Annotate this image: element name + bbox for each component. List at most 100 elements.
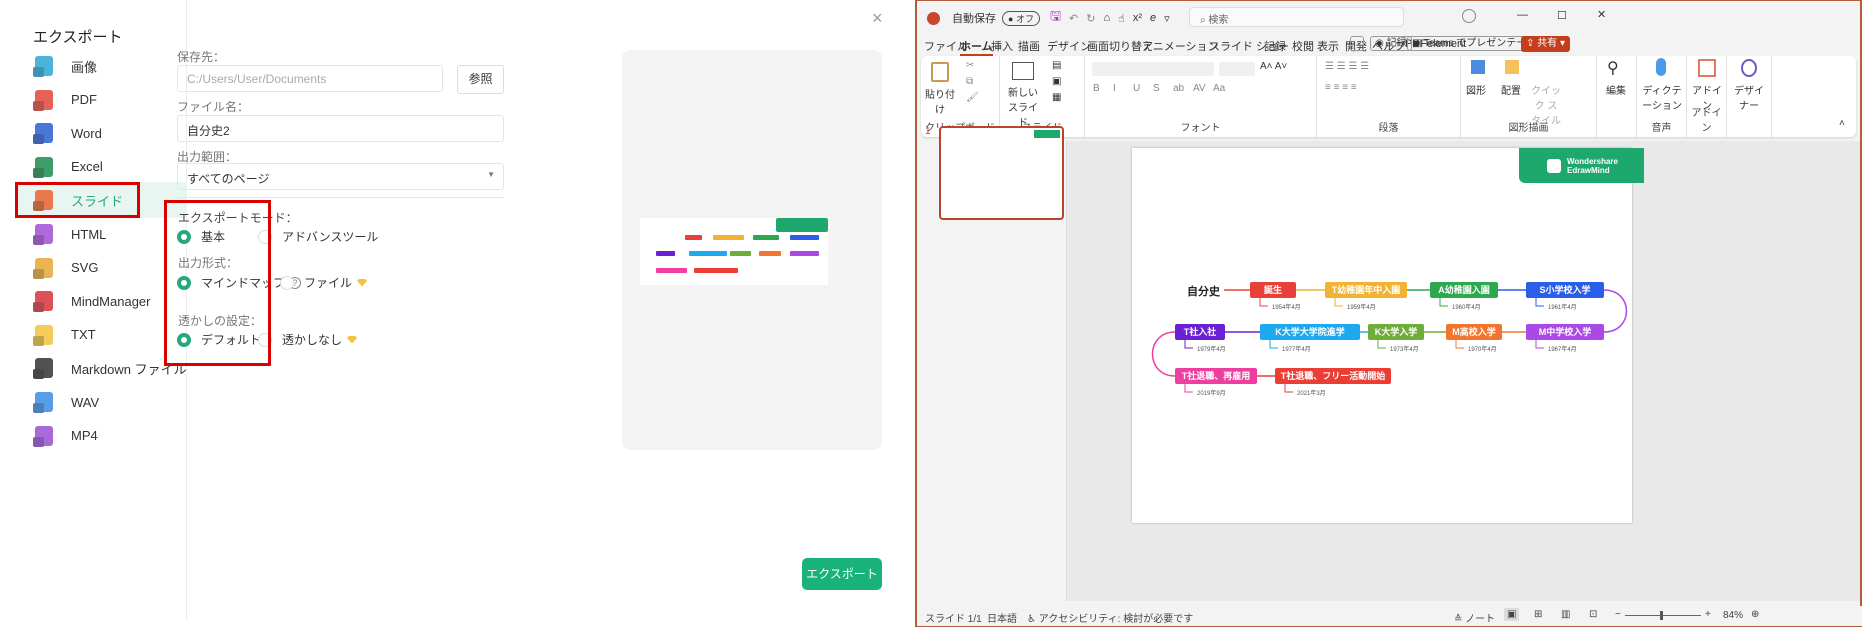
font-format-button[interactable]: S — [1153, 83, 1160, 94]
search-box[interactable]: ⌕ 検索 — [1189, 7, 1404, 27]
format-item[interactable]: HTML — [15, 216, 187, 252]
find-icon[interactable]: ⚲ — [1607, 58, 1619, 78]
record-button[interactable]: ◉ 記録 — [1370, 36, 1412, 51]
mindmap-date: 1967年4月 — [1548, 347, 1577, 353]
branch-connector — [1603, 289, 1628, 333]
format-item[interactable]: SVG — [15, 250, 187, 286]
align-icon[interactable]: ≡ ≡ ≡ ≡ — [1325, 82, 1357, 93]
slide-sorter-icon[interactable]: ⊞ — [1534, 609, 1542, 620]
reset-icon[interactable]: ▣ — [1052, 76, 1061, 87]
grow-font-icon[interactable]: A˄ A˅ — [1260, 61, 1287, 72]
paste-icon[interactable] — [931, 62, 949, 82]
accessibility-status[interactable]: ♿ アクセシビリティ: 検討が必要です — [1027, 610, 1193, 625]
font-format-button[interactable]: U — [1133, 83, 1140, 94]
normal-view-icon[interactable]: ▣ — [1504, 608, 1520, 621]
watermark-none-radio[interactable]: 透かしなし — [258, 331, 358, 348]
editing-button[interactable]: 編集 — [1606, 82, 1626, 97]
designer-button[interactable]: デザイナー — [1731, 82, 1767, 112]
arrange-icon[interactable] — [1505, 60, 1519, 74]
menu-tab[interactable]: 校閲 — [1292, 38, 1314, 54]
font-format-button[interactable]: ab — [1173, 83, 1184, 94]
comments-icon[interactable] — [1350, 36, 1364, 51]
format-file-radio[interactable]: ファイル — [280, 274, 368, 291]
browse-button[interactable]: 参照 — [457, 65, 504, 94]
format-item[interactable]: Word — [15, 115, 187, 151]
shapes-icon[interactable] — [1471, 60, 1485, 74]
menu-tab[interactable]: 表示 — [1317, 38, 1339, 54]
maximize-icon[interactable]: ☐ — [1557, 9, 1567, 22]
mode-advanced-radio[interactable]: アドバンスツール — [258, 228, 378, 245]
font-format-button[interactable]: I — [1113, 83, 1116, 94]
format-item[interactable]: WAV — [15, 384, 187, 420]
format-item[interactable]: Markdown ファイル — [15, 350, 187, 386]
format-item[interactable]: MindManager — [15, 283, 187, 319]
menu-tab[interactable]: アニメーション — [1142, 38, 1219, 54]
arrange-button[interactable]: 配置 — [1501, 82, 1521, 97]
notes-button[interactable]: ≙ ノート — [1454, 610, 1495, 625]
slideshow-view-icon[interactable]: ⊡ — [1589, 609, 1597, 620]
addins-icon[interactable] — [1698, 59, 1716, 77]
format-item[interactable]: Excel — [15, 149, 187, 185]
zoom-out-icon[interactable]: − — [1615, 609, 1621, 620]
format-item[interactable]: PDF — [15, 82, 187, 118]
format-item[interactable]: MP4 — [15, 418, 187, 454]
font-size-select[interactable] — [1219, 62, 1255, 76]
paste-button[interactable]: 貼り付け — [923, 86, 957, 116]
excel-file-icon — [35, 156, 53, 177]
autosave-toggle[interactable]: ● オフ — [1002, 10, 1040, 26]
customize-qat-icon[interactable]: ▿ — [1164, 12, 1170, 25]
word-file-icon — [35, 123, 53, 144]
equation-icon[interactable]: e — [1150, 12, 1156, 24]
layout-icon[interactable]: ▤ — [1052, 60, 1061, 71]
undo-icon[interactable]: ↶ — [1069, 12, 1078, 25]
minimize-icon[interactable]: — — [1517, 9, 1528, 21]
microphone-icon[interactable] — [1656, 58, 1666, 76]
account-avatar-icon[interactable] — [1462, 9, 1476, 23]
redo-icon[interactable]: ↻ — [1086, 12, 1095, 25]
close-icon[interactable]: × — [872, 8, 883, 29]
language-status[interactable]: 日本語 — [987, 610, 1017, 625]
zoom-slider[interactable] — [1625, 615, 1701, 616]
copy-icon[interactable]: ⧉ — [966, 76, 973, 87]
zoom-slider-thumb[interactable] — [1660, 611, 1663, 620]
date-connector — [1184, 340, 1193, 349]
touch-mode-icon[interactable]: ☝ — [1118, 12, 1125, 25]
share-button[interactable]: ⇪ 共有 ▾ — [1521, 36, 1570, 52]
menu-tab[interactable]: ホーム — [960, 38, 993, 56]
designer-icon[interactable] — [1741, 59, 1757, 77]
format-item[interactable]: TXT — [15, 317, 187, 353]
zoom-level[interactable]: 84% — [1723, 610, 1743, 621]
fit-to-window-icon[interactable]: ⊕ — [1751, 609, 1759, 620]
menu-tab[interactable]: 記録 — [1264, 38, 1286, 54]
font-name-select[interactable] — [1092, 62, 1214, 76]
present-icon[interactable]: ⌂ — [1103, 12, 1110, 24]
bullets-icon[interactable]: ☰ ☰ ☰ ☰ — [1325, 61, 1369, 72]
superscript-icon[interactable]: x² — [1133, 12, 1142, 24]
reading-view-icon[interactable]: ▥ — [1561, 609, 1570, 620]
font-format-button[interactable]: Aa — [1213, 83, 1225, 94]
preview-node — [789, 251, 820, 257]
menu-tab[interactable]: デザイン — [1047, 38, 1091, 54]
format-item[interactable]: 画像 — [15, 48, 187, 84]
menu-tab[interactable]: 挿入 — [991, 38, 1013, 54]
zoom-in-icon[interactable]: + — [1705, 609, 1711, 620]
filename-input[interactable]: 自分史2 — [177, 115, 504, 142]
dictate-button[interactable]: ディクテーション — [1639, 82, 1685, 112]
collapse-ribbon-icon[interactable]: ˄ — [1839, 118, 1845, 129]
shapes-button[interactable]: 図形 — [1466, 82, 1486, 97]
preview-node — [694, 267, 739, 273]
wav-file-icon — [35, 392, 53, 412]
font-format-button[interactable]: B — [1093, 83, 1100, 94]
section-icon[interactable]: ▦ — [1052, 92, 1061, 103]
new-slide-icon[interactable] — [1012, 62, 1034, 80]
save-icon[interactable]: 🖫 — [1050, 7, 1061, 29]
save-path-input[interactable]: C:/Users/User/Documents — [177, 65, 443, 92]
slide-thumbnail-1[interactable] — [939, 126, 1064, 220]
range-select[interactable]: すべてのページ ▼ — [177, 163, 504, 190]
export-button[interactable]: エクスポート — [802, 558, 882, 590]
close-window-icon[interactable]: ✕ — [1597, 8, 1606, 21]
format-painter-icon[interactable]: 🖌 — [966, 92, 979, 103]
font-format-button[interactable]: AV — [1193, 83, 1206, 94]
cut-icon[interactable]: ✂ — [966, 60, 974, 71]
menu-tab[interactable]: 描画 — [1018, 38, 1040, 54]
